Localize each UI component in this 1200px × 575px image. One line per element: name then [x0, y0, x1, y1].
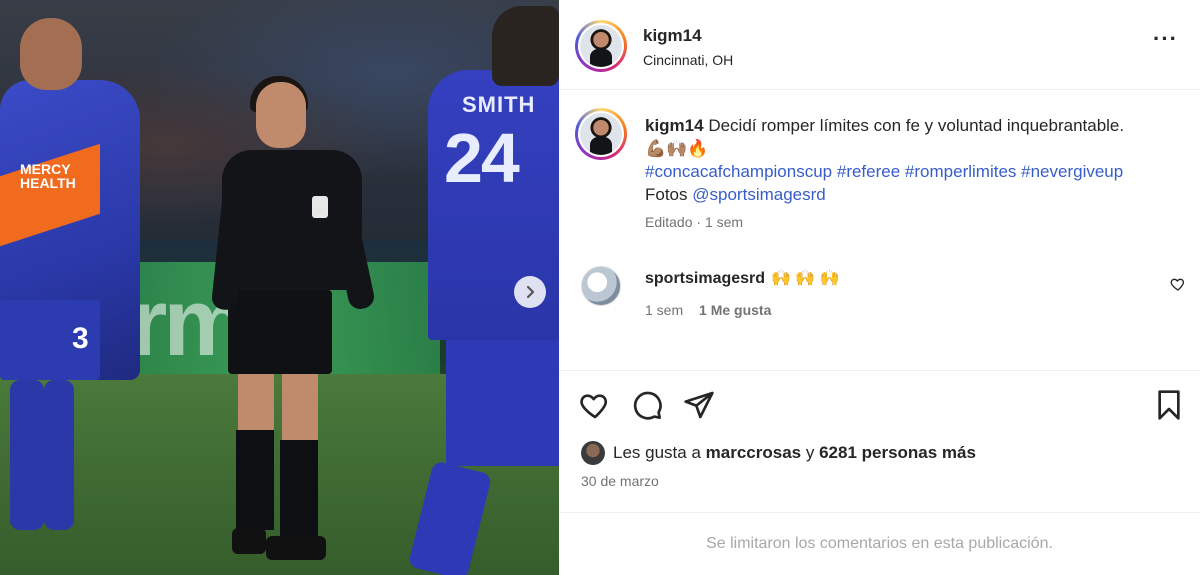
post-location[interactable]: Cincinnati, OH — [643, 52, 733, 68]
caption-time[interactable]: 1 sem — [705, 214, 743, 230]
comment-row: sportsimagesrd 🙌 🙌 🙌 1 sem 1 Me gusta — [559, 262, 1200, 332]
photo-player-left-head — [20, 18, 82, 90]
likes-middle: y — [805, 443, 815, 462]
photo-referee-sock — [236, 430, 274, 530]
hashtag-link[interactable]: #romperlimites — [905, 162, 1016, 181]
caption-emojis: 💪🏽🙌🏽🔥 — [645, 139, 709, 158]
likes-count[interactable]: 6281 personas más — [819, 443, 976, 463]
photo-referee — [222, 150, 362, 290]
post-header: kigm14 Cincinnati, OH ··· — [559, 0, 1200, 90]
author-username[interactable]: kigm14 — [643, 26, 702, 46]
photo-player-left-stripe — [0, 143, 100, 247]
photo-referee-shorts — [228, 290, 332, 374]
comment-meta: 1 sem 1 Me gusta — [645, 302, 771, 318]
save-bookmark-icon[interactable] — [1153, 389, 1185, 421]
fifa-badge-icon — [312, 196, 328, 218]
photos-credit-mention[interactable]: @sportsimagesrd — [692, 185, 825, 204]
next-photo-button[interactable] — [514, 276, 546, 308]
photo-player-right-head — [492, 6, 559, 86]
photo-player-right-name: SMITH — [462, 92, 536, 117]
photo-sponsor-line: MERCY — [20, 161, 71, 177]
avatar-image — [580, 113, 622, 155]
caption-meta: Editado · 1 sem — [645, 214, 743, 230]
caption-text: kigm14 Decidí romper límites con fe y vo… — [645, 114, 1185, 206]
photo-player-left-number: 3 — [72, 322, 89, 355]
photo-referee-shoe — [232, 528, 266, 554]
photo-player-left-leg — [44, 380, 74, 530]
comment-time[interactable]: 1 sem — [645, 302, 683, 318]
post-dialog: rmi MERCY HEALTH 3 SMITH 24 kigm14 Cinci… — [0, 0, 1200, 575]
photo-player-left-sponsor: MERCY HEALTH — [20, 162, 76, 190]
likes-prefix: Les gusta a — [613, 443, 701, 462]
avatar-inner — [578, 23, 624, 69]
post-actions: Les gusta a marccrosas y 6281 personas m… — [559, 370, 1200, 512]
comment-avatar[interactable] — [581, 266, 621, 306]
photo-player-left-leg — [10, 380, 44, 530]
photo-player-right-number: 24 — [444, 119, 520, 197]
comments-limited-notice: Se limitaron los comentarios en esta pub… — [559, 512, 1200, 575]
photo-player-right-shorts — [446, 326, 559, 466]
post-date[interactable]: 30 de marzo — [581, 473, 659, 489]
comment-text: sportsimagesrd 🙌 🙌 🙌 — [645, 268, 840, 288]
hashtag-link[interactable]: #nevergiveup — [1021, 162, 1123, 181]
liker-avatar[interactable] — [581, 441, 605, 465]
chevron-right-icon — [526, 285, 535, 299]
photos-credit-prefix: Fotos — [645, 185, 688, 204]
comment-bubble-icon[interactable] — [631, 389, 663, 421]
photo-referee-sock — [280, 440, 318, 540]
hashtag-link[interactable]: #concacafchampionscup — [645, 162, 832, 181]
photo-referee-head — [256, 82, 306, 148]
share-plane-icon[interactable] — [683, 389, 715, 421]
likes-summary: Les gusta a marccrosas y 6281 personas m… — [581, 441, 976, 465]
post-photo[interactable]: rmi MERCY HEALTH 3 SMITH 24 — [0, 0, 559, 575]
caption-author-avatar[interactable] — [575, 108, 627, 160]
more-options-icon: ··· — [1153, 26, 1178, 51]
comment-emojis: 🙌 🙌 🙌 — [771, 270, 840, 287]
heart-icon[interactable] — [1170, 276, 1186, 292]
like-heart-icon[interactable] — [579, 389, 611, 421]
photo-sponsor-line: HEALTH — [20, 175, 76, 191]
avatar-image — [580, 25, 622, 67]
edited-label: Editado — [645, 214, 693, 230]
post-sidebar: kigm14 Cincinnati, OH ··· kigm14 Decidí … — [559, 0, 1200, 575]
likes-user[interactable]: marccrosas — [706, 443, 801, 463]
avatar-inner — [578, 111, 624, 157]
comment-username[interactable]: sportsimagesrd — [645, 270, 765, 287]
more-options-button[interactable]: ··· — [1153, 28, 1178, 50]
comment-likes[interactable]: 1 Me gusta — [699, 302, 771, 318]
caption-body: Decidí romper límites con fe y voluntad … — [708, 116, 1125, 135]
hashtag-link[interactable]: #referee — [837, 162, 900, 181]
meta-separator: · — [696, 214, 702, 230]
photo-referee-shoe — [266, 536, 326, 560]
caption-username[interactable]: kigm14 — [645, 116, 704, 135]
author-avatar[interactable] — [575, 20, 627, 72]
